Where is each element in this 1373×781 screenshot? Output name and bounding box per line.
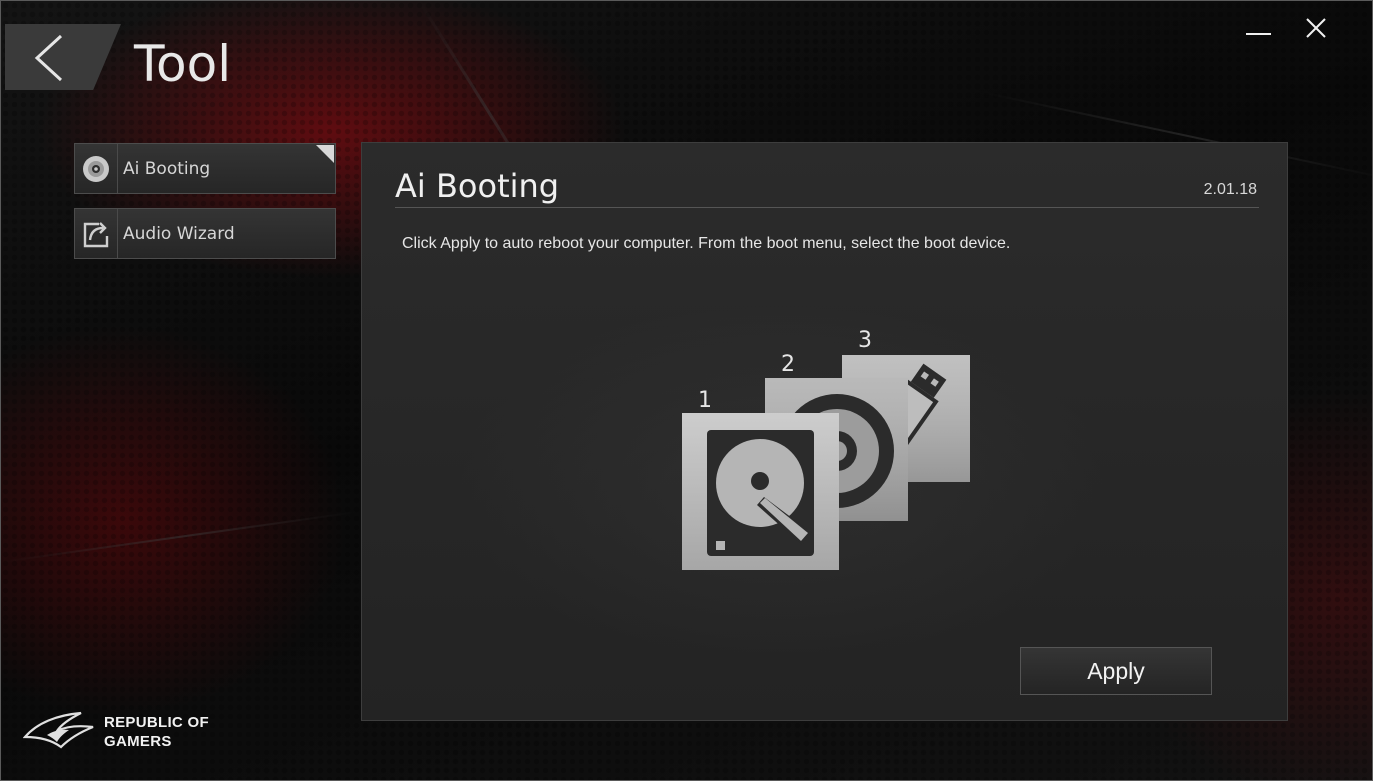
sidebar-item-ai-booting[interactable]: Ai Booting: [74, 143, 336, 194]
boot-order-number: 3: [858, 328, 872, 353]
disc-icon: [83, 156, 109, 182]
chevron-left-icon: [34, 34, 63, 82]
description-text: Click Apply to auto reboot your computer…: [402, 235, 1011, 252]
boot-order-number: 1: [698, 388, 712, 413]
panel-title: Ai Booting: [395, 167, 560, 205]
apply-button[interactable]: Apply: [1020, 647, 1212, 695]
close-icon: [1306, 18, 1326, 38]
page-title: Tool: [134, 35, 232, 93]
version-label: 2.01.18: [1203, 181, 1257, 198]
export-icon: [83, 222, 109, 248]
close-button[interactable]: [1296, 13, 1336, 45]
title-divider: [395, 207, 1259, 208]
sidebar-item-label: Ai Booting: [123, 159, 211, 179]
brand-line-1: REPUBLIC OF: [104, 714, 209, 731]
sidebar-icon-box: [75, 209, 118, 258]
rog-eye-logo: [23, 711, 94, 749]
background-streak: [1, 510, 358, 563]
sidebar-item-audio-wizard[interactable]: Audio Wizard: [74, 208, 336, 259]
selected-corner-indicator: [316, 145, 334, 163]
ai-booting-panel: Ai Booting 2.01.18 Click Apply to auto r…: [361, 142, 1288, 721]
boot-devices-illustration: 3 2 1: [682, 328, 970, 570]
brand-wordmark: REPUBLIC OF GAMERS: [104, 713, 264, 751]
brand-line-2: GAMERS: [104, 733, 172, 750]
sidebar-item-label: Audio Wizard: [123, 224, 235, 244]
app-window: Tool Ai Booting Audio Wizard Ai Booting …: [0, 0, 1373, 781]
back-button[interactable]: [5, 24, 121, 90]
hard-drive-icon: 1: [682, 388, 839, 570]
minimize-icon: [1246, 33, 1271, 35]
minimize-button[interactable]: [1238, 13, 1278, 45]
boot-order-number: 2: [781, 352, 795, 377]
sidebar-icon-box: [75, 144, 118, 193]
